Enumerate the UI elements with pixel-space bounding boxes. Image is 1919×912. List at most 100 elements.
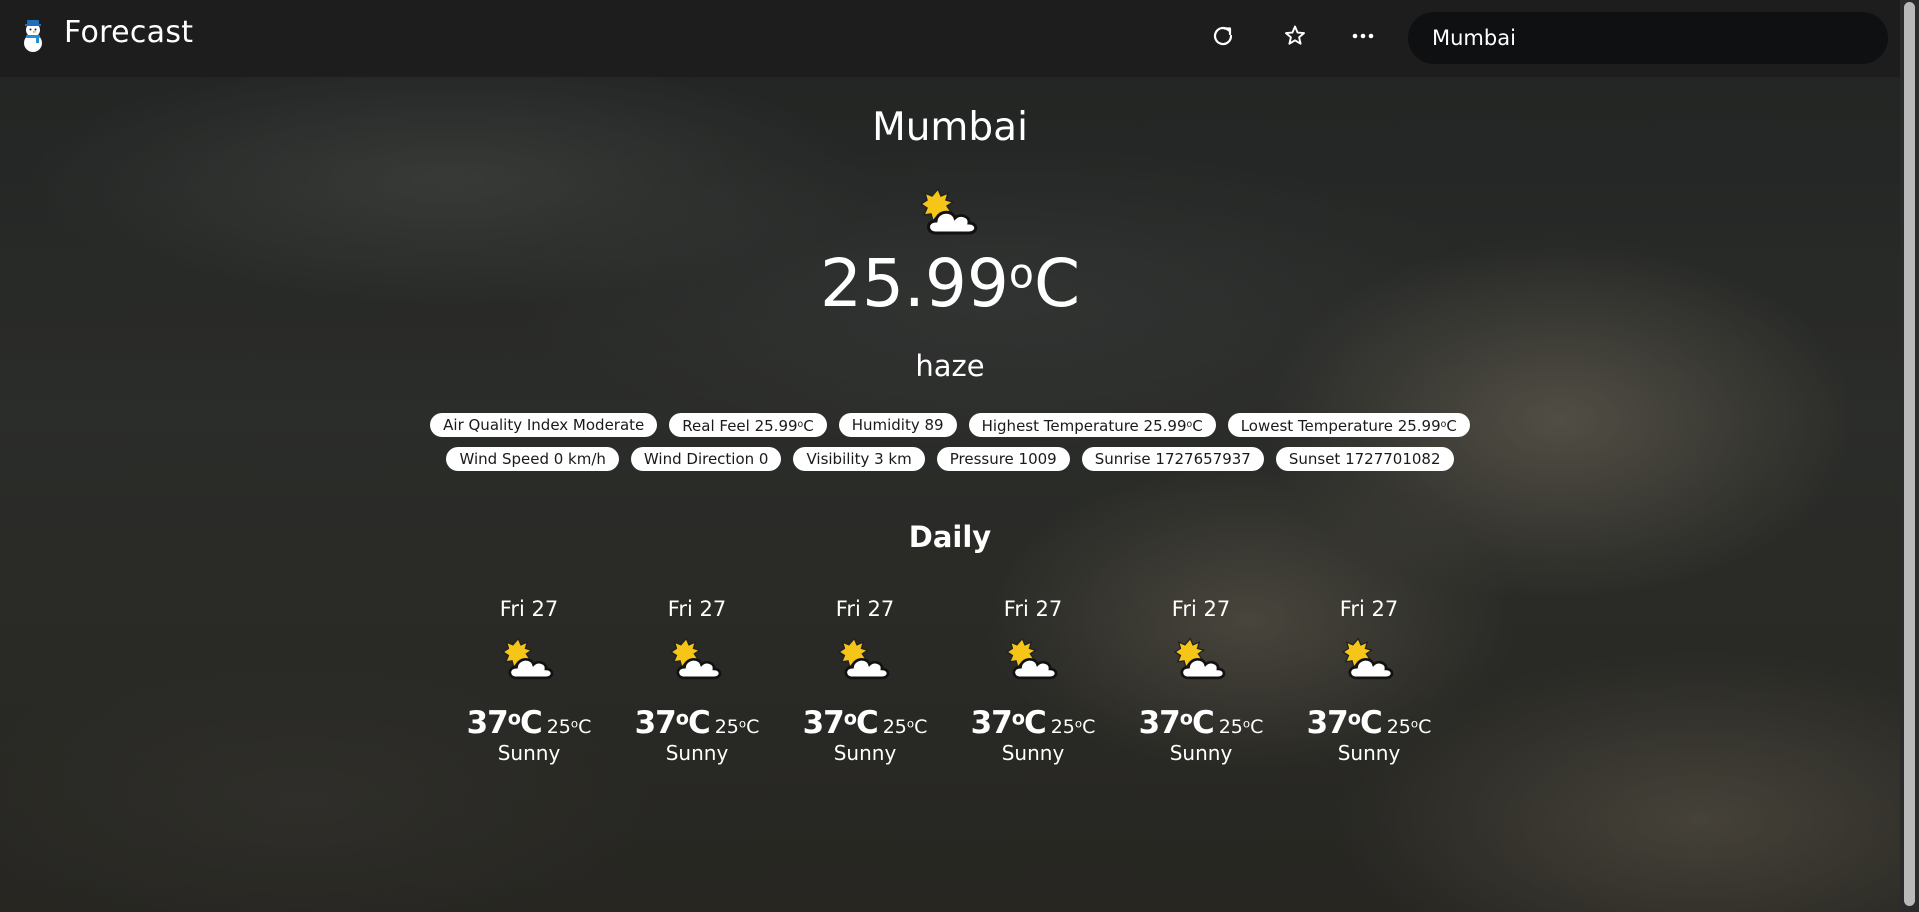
temperature-unit: C bbox=[1359, 705, 1383, 741]
partly-sunny-icon bbox=[669, 637, 722, 680]
high-temp-value: 37 bbox=[970, 705, 1013, 741]
high-temp-value: 37 bbox=[802, 705, 845, 741]
day-weather-icon bbox=[499, 635, 559, 691]
high-temp-value: 37 bbox=[634, 705, 677, 741]
top-app-bar: Forecast bbox=[0, 0, 1900, 77]
low-temp-value: 25 bbox=[1050, 716, 1075, 738]
day-condition: Sunny bbox=[1169, 741, 1233, 765]
day-weather-icon bbox=[667, 635, 727, 691]
degree-symbol: o bbox=[507, 706, 521, 730]
detail-chip: Humidity 89 bbox=[838, 413, 957, 437]
day-low-temp: 25oC bbox=[1219, 716, 1264, 738]
day-name: Fri 27 bbox=[1003, 597, 1063, 621]
partly-sunny-icon bbox=[837, 637, 890, 680]
temperature-unit: C bbox=[578, 716, 592, 738]
detail-chip: Sunset 1727701082 bbox=[1275, 447, 1454, 471]
detail-chip: Visibility 3 km bbox=[793, 447, 925, 471]
day-temperatures: 37oC 25oC bbox=[635, 705, 760, 741]
detail-chip: Wind Direction 0 bbox=[630, 447, 782, 471]
more-horizontal-icon bbox=[1352, 33, 1374, 39]
detail-chip: Pressure 1009 bbox=[936, 447, 1070, 471]
day-low-temp: 25oC bbox=[1387, 716, 1432, 738]
details-row-1: Air Quality Index Moderate Real Feel 25.9… bbox=[0, 413, 1900, 437]
day-weather-icon bbox=[835, 635, 895, 691]
favorite-button[interactable] bbox=[1278, 19, 1312, 53]
day-high-temp: 37oC bbox=[634, 705, 711, 741]
day-high-temp: 37oC bbox=[802, 705, 879, 741]
temperature-unit: C bbox=[855, 705, 879, 741]
daily-forecast-item: Fri 27 37oC 25oC Sunny bbox=[445, 597, 613, 765]
partly-sunny-icon bbox=[1005, 637, 1058, 680]
temperature-unit: C bbox=[1191, 705, 1215, 741]
daily-forecast-item: Fri 27 37oC 25oC Sunny bbox=[949, 597, 1117, 765]
day-condition: Sunny bbox=[1337, 741, 1401, 765]
high-temp-value: 37 bbox=[1138, 705, 1181, 741]
detail-chip: Real Feel 25.99oC bbox=[669, 413, 827, 437]
daily-forecast-item: Fri 27 37oC 25oC Sunny bbox=[1117, 597, 1285, 765]
degree-symbol: o bbox=[1011, 706, 1025, 730]
daily-forecast-item: Fri 27 37oC 25oC Sunny bbox=[781, 597, 949, 765]
details-row-2: Wind Speed 0 km/h Wind Direction 0 Visibil… bbox=[0, 447, 1900, 471]
day-high-temp: 37oC bbox=[467, 705, 543, 741]
detail-chip-label: Sunset 1727701082 bbox=[1288, 450, 1441, 468]
temperature-unit: C bbox=[1082, 716, 1096, 738]
day-name: Fri 27 bbox=[1171, 597, 1231, 621]
refresh-button[interactable] bbox=[1206, 19, 1240, 53]
day-name: Fri 27 bbox=[835, 597, 895, 621]
temperature-unit: C bbox=[1446, 417, 1457, 436]
detail-chip: Wind Speed 0 km/h bbox=[446, 447, 619, 471]
scrollbar-thumb[interactable] bbox=[1904, 2, 1915, 906]
detail-chip-label: Humidity 89 bbox=[851, 416, 944, 434]
day-low-temp: 25oC bbox=[1051, 716, 1096, 738]
day-temperatures: 37oC 25oC bbox=[971, 705, 1096, 741]
day-name: Fri 27 bbox=[499, 597, 559, 621]
detail-chip: Lowest Temperature 25.99oC bbox=[1227, 413, 1470, 437]
low-temp-value: 25 bbox=[882, 716, 907, 738]
more-options-button[interactable] bbox=[1346, 19, 1380, 53]
day-low-temp: 25oC bbox=[883, 716, 928, 738]
detail-chip-label: Pressure 1009 bbox=[949, 450, 1057, 468]
detail-chip-label: Sunrise 1727657937 bbox=[1094, 450, 1251, 468]
temperature-unit: C bbox=[687, 705, 711, 741]
day-low-temp: 25oC bbox=[715, 716, 760, 738]
degree-symbol: o bbox=[1008, 249, 1034, 298]
vertical-scrollbar[interactable] bbox=[1900, 0, 1919, 912]
star-icon bbox=[1285, 25, 1305, 45]
temperature-unit: C bbox=[519, 705, 543, 741]
degree-symbol: o bbox=[675, 706, 689, 730]
weather-details: Air Quality Index Moderate Real Feel 25.9… bbox=[0, 413, 1900, 481]
low-temp-value: 25 bbox=[1218, 716, 1243, 738]
city-search-input[interactable] bbox=[1430, 25, 1866, 51]
day-high-temp: 37oC bbox=[1306, 705, 1383, 741]
city-search[interactable] bbox=[1408, 12, 1888, 64]
detail-chip-label: Lowest Temperature 25.99 bbox=[1240, 417, 1441, 436]
degree-symbol: o bbox=[843, 706, 857, 730]
day-temperatures: 37oC 25oC bbox=[803, 705, 928, 741]
day-high-temp: 37oC bbox=[970, 705, 1047, 741]
detail-chip-label: Wind Direction 0 bbox=[643, 450, 769, 468]
day-temperatures: 37oC 25oC bbox=[1307, 705, 1432, 741]
day-temperatures: 37oC 25oC bbox=[467, 705, 592, 741]
day-low-temp: 25oC bbox=[547, 716, 592, 738]
detail-chip-label: Visibility 3 km bbox=[806, 450, 912, 468]
temperature-unit: C bbox=[914, 716, 928, 738]
day-condition: Sunny bbox=[497, 741, 561, 765]
partly-sunny-icon bbox=[1341, 637, 1394, 680]
temperature-unit: C bbox=[803, 417, 814, 436]
temperature-unit: C bbox=[1192, 417, 1203, 436]
current-temperature: 25.99oC bbox=[0, 245, 1900, 322]
temperature-unit: C bbox=[1250, 716, 1264, 738]
daily-forecast-list: Fri 27 37oC 25oC Sunny Fri 27 37oC 25oC Sunny Fr… bbox=[445, 597, 1453, 765]
day-weather-icon bbox=[1339, 635, 1399, 691]
temperature-unit: C bbox=[746, 716, 760, 738]
temperature-unit: C bbox=[1023, 705, 1047, 741]
partly-sunny-icon bbox=[501, 637, 554, 680]
day-name: Fri 27 bbox=[1339, 597, 1399, 621]
degree-symbol: o bbox=[1179, 706, 1193, 730]
detail-chip-label: Air Quality Index Moderate bbox=[443, 416, 645, 434]
day-condition: Sunny bbox=[665, 741, 729, 765]
detail-chip: Sunrise 1727657937 bbox=[1081, 447, 1264, 471]
temperature-unit: C bbox=[1033, 245, 1081, 322]
day-weather-icon bbox=[1171, 635, 1231, 691]
high-temp-value: 37 bbox=[1306, 705, 1349, 741]
